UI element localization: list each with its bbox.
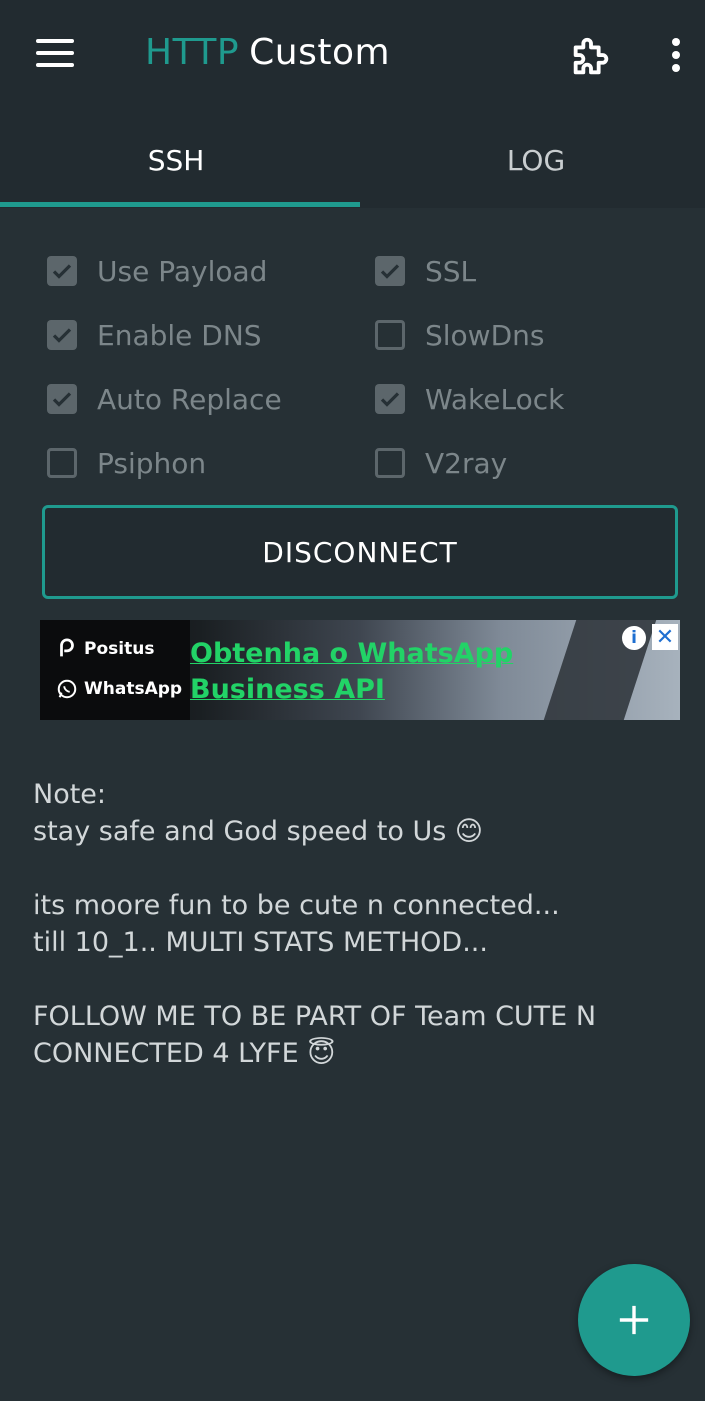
disconnect-button[interactable]: DISCONNECT [42,505,678,599]
check-icon [52,328,72,343]
option-ssl[interactable]: SSL [375,249,476,293]
tab-indicator [0,202,360,207]
ad-brand-positus-text: Positus [84,639,155,659]
option-enable-dns[interactable]: Enable DNS [47,313,262,357]
note-line: its moore fun to be cute n connected... [33,890,560,921]
note-text: Note: stay safe and God speed to Us 😊 it… [33,776,673,1072]
note-line [33,961,673,998]
ad-logo-column: Positus WhatsApp [40,620,190,720]
enable-dns-checkbox[interactable] [47,320,77,350]
add-fab-button[interactable] [578,1264,690,1376]
enable-dns-label: Enable DNS [97,318,262,352]
more-vert-icon[interactable] [668,38,684,74]
note-line: Note: [33,779,107,810]
option-wakelock[interactable]: WakeLock [375,377,564,421]
check-icon [52,264,72,279]
check-icon [52,392,72,407]
psiphon-checkbox[interactable] [47,448,77,478]
menu-icon[interactable] [36,39,76,69]
app-title-accent: HTTP [145,32,240,73]
ssl-checkbox[interactable] [375,256,405,286]
whatsapp-logo-icon [57,679,77,699]
wakelock-label: WakeLock [425,382,565,416]
note-line: stay safe and God speed to Us 😊 [33,816,484,847]
check-icon [380,264,400,279]
use-payload-checkbox[interactable] [47,256,77,286]
option-v2ray[interactable]: V2ray [375,441,507,485]
ad-close-icon[interactable]: ✕ [652,624,678,650]
note-line: CONNECTED 4 LYFE 😇 [33,1038,336,1069]
option-use-payload[interactable]: Use Payload [47,249,267,293]
auto-replace-checkbox[interactable] [47,384,77,414]
app-bar: HTTP Custom [0,0,705,112]
note-line [33,850,673,887]
check-icon [380,392,400,407]
slowdns-label: SlowDns [425,318,545,352]
option-slowdns[interactable]: SlowDns [375,313,544,357]
option-auto-replace[interactable]: Auto Replace [47,377,282,421]
ad-brand-positus: Positus [56,638,154,660]
app-title-rest: Custom [249,32,391,73]
ad-headline: Obtenha o WhatsApp Business API [190,636,513,708]
use-payload-label: Use Payload [97,254,268,288]
tab-bar: SSH LOG [0,112,705,208]
puzzle-icon[interactable] [568,34,614,80]
slowdns-checkbox[interactable] [375,320,405,350]
app-title: HTTP Custom [145,32,390,73]
ad-info-icon[interactable]: i [622,626,646,650]
auto-replace-label: Auto Replace [97,382,282,416]
plus-icon [619,1305,649,1335]
wakelock-checkbox[interactable] [375,384,405,414]
ad-headline-line-2: Business API [190,674,385,705]
positus-logo-icon [60,638,74,657]
ad-brand-whatsapp-text: WhatsApp [84,679,183,699]
psiphon-label: Psiphon [97,446,207,480]
ad-headline-line-1: Obtenha o WhatsApp [190,638,514,669]
note-line: till 10_1.. MULTI STATS METHOD... [33,927,488,958]
ssl-label: SSL [425,254,477,288]
tab-log[interactable]: LOG [360,112,705,208]
ad-banner[interactable]: Positus WhatsApp Obtenha o WhatsApp Busi… [40,620,680,720]
note-line: FOLLOW ME TO BE PART OF Team CUTE N [33,1001,597,1032]
option-psiphon[interactable]: Psiphon [47,441,206,485]
v2ray-checkbox[interactable] [375,448,405,478]
tab-ssh[interactable]: SSH [0,112,352,208]
v2ray-label: V2ray [425,446,508,480]
ad-brand-whatsapp: WhatsApp [56,678,182,700]
